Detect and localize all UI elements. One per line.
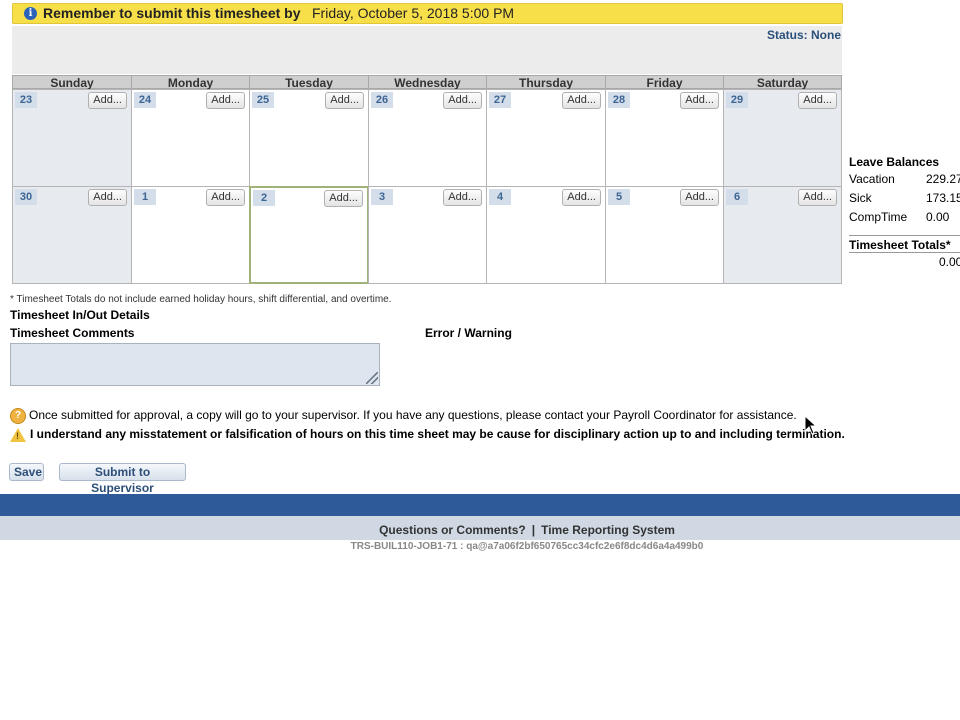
add-entry-button[interactable]: Add... (325, 92, 364, 109)
leave-balances-panel: Leave Balances Vacation 229.27 Sick 173.… (849, 155, 960, 272)
calendar-day-cell[interactable]: 29 Add... (723, 89, 842, 187)
add-entry-button[interactable]: Add... (443, 189, 482, 206)
help-icon: ? (10, 408, 26, 424)
leave-row-comptime: CompTime 0.00 (849, 208, 960, 227)
calendar-day-cell[interactable]: 4 Add... (486, 186, 606, 284)
leave-value: 229.27 (926, 172, 960, 186)
day-number: 6 (726, 189, 748, 205)
day-header-tuesday: Tuesday (249, 75, 369, 90)
leave-row-vacation: Vacation 229.27 (849, 170, 960, 189)
calendar-day-cell[interactable]: 26 Add... (368, 89, 487, 187)
day-header-monday: Monday (131, 75, 250, 90)
add-entry-button[interactable]: Add... (206, 189, 245, 206)
day-header-friday: Friday (605, 75, 724, 90)
timesheet-totals-value: 0.00 (939, 255, 960, 269)
calendar-day-cell[interactable]: 3 Add... (368, 186, 487, 284)
add-entry-button[interactable]: Add... (324, 190, 363, 207)
timesheet-totals-row: 0.00 (849, 253, 960, 272)
add-entry-button[interactable]: Add... (680, 189, 719, 206)
timesheet-totals-title: Timesheet Totals* (849, 238, 951, 252)
save-button[interactable]: Save (9, 463, 44, 481)
calendar-day-cell[interactable]: 27 Add... (486, 89, 606, 187)
calendar-day-cell[interactable]: 25 Add... (249, 89, 369, 187)
divider (849, 235, 960, 236)
falsification-warning-text: I understand any misstatement or falsifi… (30, 427, 845, 441)
day-number: 29 (726, 92, 748, 108)
resize-handle-icon[interactable] (366, 372, 378, 384)
timesheet-calendar: Sunday Monday Tuesday Wednesday Thursday Frid… (12, 75, 842, 284)
calendar-day-cell[interactable]: 28 Add... (605, 89, 724, 187)
leave-balances-title: Leave Balances (849, 155, 940, 169)
submission-notice: ? Once submitted for approval, a copy wil… (10, 408, 797, 424)
leave-value: 0.00 (926, 210, 950, 224)
calendar-day-cell[interactable]: 1 Add... (131, 186, 250, 284)
day-number: 27 (489, 92, 511, 108)
warning-icon: ! (10, 427, 26, 442)
footer-links: Questions or Comments? | Time Reporting Sy… (0, 523, 960, 537)
day-number: 2 (253, 190, 275, 206)
day-number: 28 (608, 92, 630, 108)
totals-footnote: * Timesheet Totals do not include earned… (10, 294, 392, 305)
leave-label: Vacation (849, 172, 895, 186)
day-number: 25 (252, 92, 274, 108)
build-info: TRS-BUIL110-JOB1-71 : qa@a7a06f2bf650765… (350, 541, 704, 552)
status-label: Status: None (766, 28, 841, 42)
day-number: 3 (371, 189, 393, 205)
time-reporting-system-link[interactable]: Time Reporting System (541, 523, 675, 537)
calendar-day-cell[interactable]: 30 Add... (12, 186, 132, 284)
day-header-thursday: Thursday (486, 75, 606, 90)
add-entry-button[interactable]: Add... (88, 92, 127, 109)
error-warning-title: Error / Warning (425, 326, 512, 340)
leave-row-sick: Sick 173.15 (849, 189, 960, 208)
submission-notice-text: Once submitted for approval, a copy will… (29, 408, 797, 423)
calendar-day-cell[interactable]: 23 Add... (12, 89, 132, 187)
footer-bar (0, 494, 960, 516)
day-number: 1 (134, 189, 156, 205)
add-entry-button[interactable]: Add... (206, 92, 245, 109)
footer-separator: | (531, 523, 536, 537)
leave-label: Sick (849, 191, 872, 205)
add-entry-button[interactable]: Add... (562, 92, 601, 109)
reminder-text: Remember to submit this timesheet by (43, 5, 301, 21)
day-number: 23 (15, 92, 37, 108)
mouse-cursor-icon (804, 415, 818, 435)
calendar-day-cell[interactable]: 24 Add... (131, 89, 250, 187)
day-header-wednesday: Wednesday (368, 75, 487, 90)
day-header-sunday: Sunday (12, 75, 132, 90)
day-number: 24 (134, 92, 156, 108)
leave-value: 173.15 (926, 191, 960, 205)
calendar-day-cell[interactable]: 5 Add... (605, 186, 724, 284)
add-entry-button[interactable]: Add... (680, 92, 719, 109)
timesheet-comments-input[interactable] (10, 343, 380, 386)
leave-label: CompTime (849, 210, 908, 224)
reminder-banner: i Remember to submit this timesheet by F… (12, 3, 843, 24)
add-entry-button[interactable]: Add... (443, 92, 482, 109)
day-header-saturday: Saturday (723, 75, 842, 90)
comments-title: Timesheet Comments (10, 326, 135, 340)
add-entry-button[interactable]: Add... (798, 189, 837, 206)
calendar-day-cell[interactable]: 6 Add... (723, 186, 842, 284)
day-number: 30 (15, 189, 37, 205)
deadline-date: Friday, October 5, 2018 5:00 PM (312, 5, 515, 21)
status-panel (12, 26, 842, 74)
inout-details-title: Timesheet In/Out Details (10, 308, 150, 322)
day-number: 4 (489, 189, 511, 205)
day-number: 5 (608, 189, 630, 205)
falsification-warning: ! I understand any misstatement or falsif… (10, 427, 845, 442)
questions-link[interactable]: Questions or Comments? (379, 523, 526, 537)
add-entry-button[interactable]: Add... (562, 189, 601, 206)
day-number: 26 (371, 92, 393, 108)
add-entry-button[interactable]: Add... (88, 189, 127, 206)
calendar-day-cell[interactable]: 2 Add... (249, 186, 369, 284)
submit-to-supervisor-button[interactable]: Submit to Supervisor (59, 463, 186, 495)
add-entry-button[interactable]: Add... (798, 92, 837, 109)
info-icon: i (24, 7, 37, 20)
